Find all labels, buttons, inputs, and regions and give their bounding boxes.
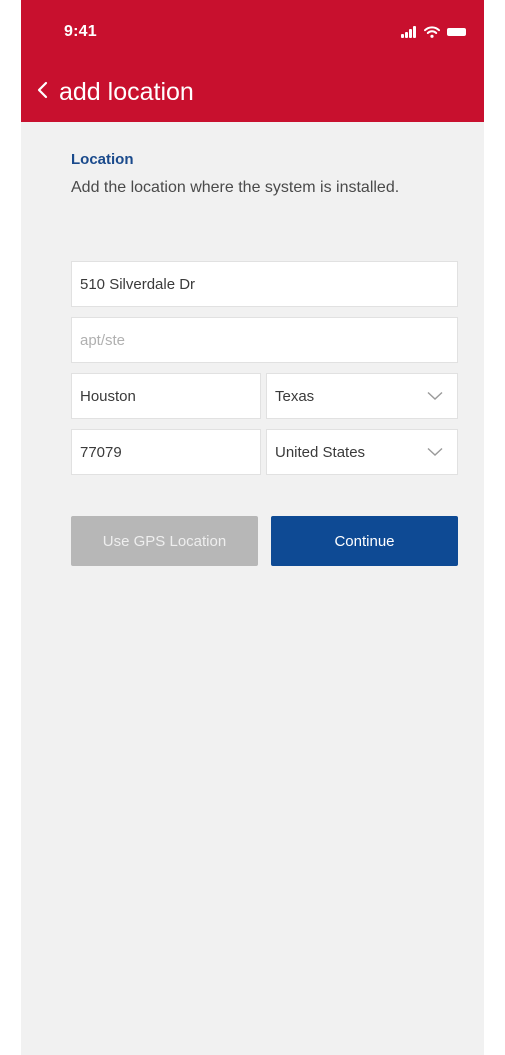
section-description: Add the location where the system is ins… (71, 179, 400, 196)
state-value: Texas (275, 387, 315, 405)
street-address-field[interactable]: 510 Silverdale Dr (71, 261, 458, 307)
chevron-down-icon (427, 447, 443, 456)
continue-button[interactable]: Continue (271, 516, 458, 566)
section-title: Location (71, 151, 134, 168)
zip-code-field[interactable]: 77079 (71, 429, 261, 475)
country-value: United States (275, 443, 366, 461)
app-header: 9:41 add location (21, 0, 484, 122)
page-title: add location (59, 78, 194, 106)
state-select[interactable]: Texas (266, 373, 458, 419)
battery-icon (447, 28, 466, 36)
country-select[interactable]: United States (266, 429, 458, 475)
signal-icon (401, 26, 417, 38)
location-section: Location Add the location where the syst… (71, 148, 458, 199)
apt-suite-field[interactable]: apt/ste (71, 317, 458, 363)
chevron-down-icon (427, 391, 443, 400)
city-field[interactable]: Houston (71, 373, 261, 419)
app-screen: 9:41 add location Location Add the locat… (21, 0, 484, 1055)
chevron-left-icon[interactable] (35, 78, 51, 102)
street-address-value: 510 Silverdale Dr (80, 275, 196, 293)
apt-suite-placeholder: apt/ste (80, 331, 126, 349)
wifi-icon (424, 26, 440, 38)
status-icons (401, 24, 466, 38)
use-gps-location-button[interactable]: Use GPS Location (71, 516, 258, 566)
city-value: Houston (80, 387, 136, 405)
zip-code-value: 77079 (80, 443, 122, 461)
status-time: 9:41 (64, 23, 97, 40)
